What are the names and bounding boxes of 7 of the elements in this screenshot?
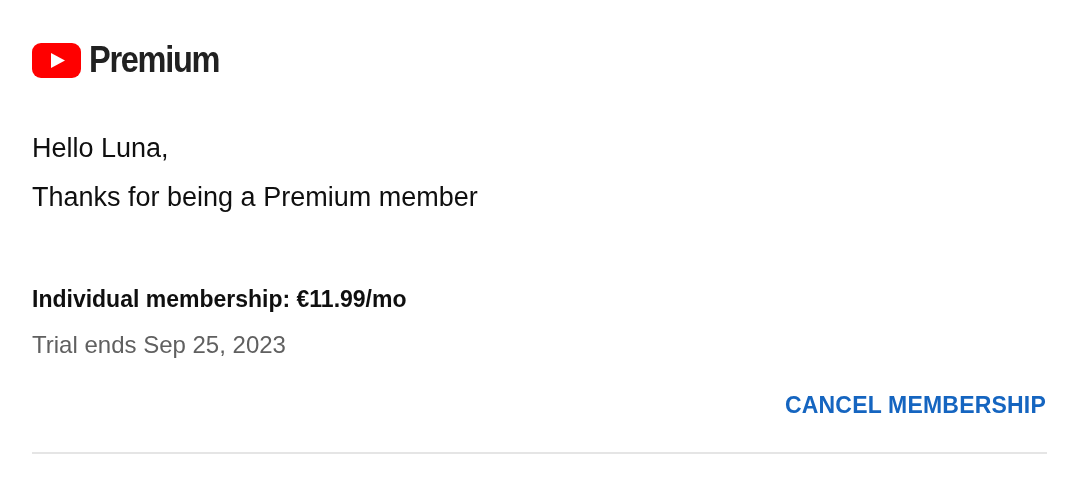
play-logo-icon	[32, 42, 81, 78]
logo-text: Premium	[89, 39, 220, 81]
greeting-text: Hello Luna,	[32, 132, 169, 165]
thanks-message: Thanks for being a Premium member	[32, 181, 478, 214]
membership-plan: Individual membership: €11.99/mo	[32, 286, 407, 312]
trial-end-date: Trial ends Sep 25, 2023	[32, 331, 286, 358]
cancel-membership-button[interactable]: CANCEL MEMBERSHIP	[783, 388, 1047, 423]
